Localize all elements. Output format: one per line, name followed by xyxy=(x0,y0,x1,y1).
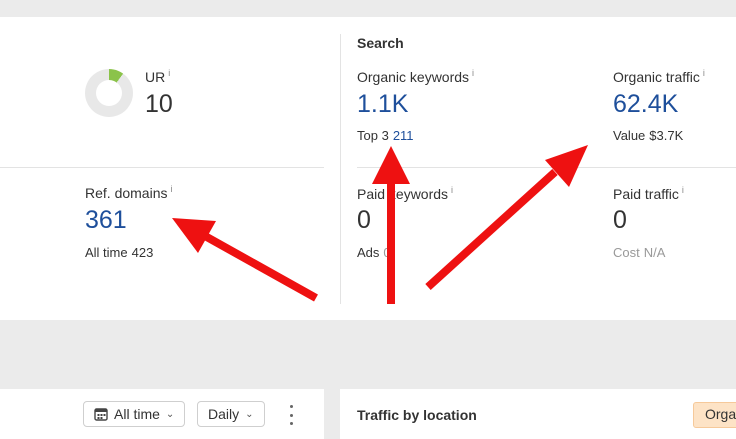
arrow-to-organic-traffic xyxy=(425,145,588,290)
arrow-to-top3 xyxy=(372,146,410,304)
annotation-arrows xyxy=(172,145,588,304)
arrow-to-ref-domains xyxy=(172,218,318,302)
